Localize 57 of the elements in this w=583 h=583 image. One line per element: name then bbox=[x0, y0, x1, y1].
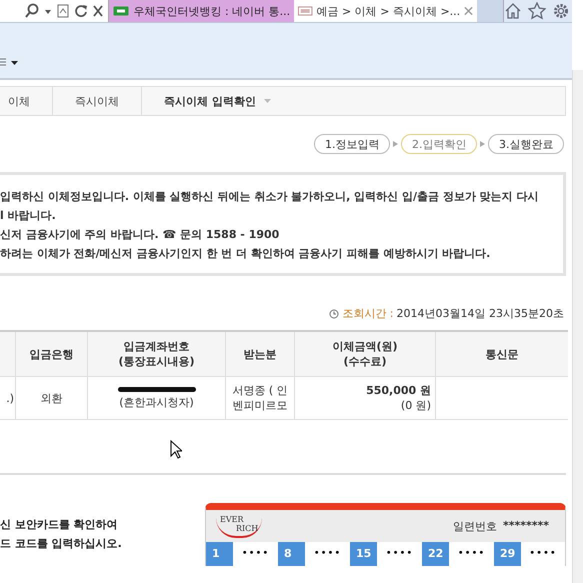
instruction-text: 드 코드를 입력하십시오. bbox=[0, 536, 122, 552]
column-header: 받는분 bbox=[226, 331, 294, 376]
compatibility-icon[interactable] bbox=[56, 3, 70, 19]
breadcrumb-item[interactable]: 즉시이체 bbox=[53, 87, 142, 115]
card-code: •••• bbox=[528, 547, 558, 561]
close-icon[interactable] bbox=[92, 3, 104, 19]
card-number: 1 bbox=[206, 542, 233, 566]
clock-icon bbox=[329, 308, 340, 318]
arrow-icon bbox=[393, 141, 398, 147]
notice-text: 신저 금융사기에 주의 바랍니다. ☎ 문의 1588 - 1900 bbox=[0, 227, 280, 243]
arrow-icon bbox=[480, 141, 485, 147]
card-number: 29 bbox=[494, 542, 521, 566]
query-time-value: 2014년03월14일 23시35분20초 bbox=[396, 306, 564, 321]
scrollbar[interactable] bbox=[572, 70, 583, 583]
notice-text: 하려는 이체가 전화/메신저 금융사기인지 한 번 더 확인하여 금융사기 피해를 예방하시기 바랍니다. bbox=[0, 246, 492, 262]
column-header: 입금은행 bbox=[16, 331, 88, 376]
star-icon[interactable] bbox=[528, 2, 546, 20]
card-code: •••• bbox=[240, 547, 270, 561]
address-bar[interactable] bbox=[0, 0, 110, 22]
instruction-text: 신 보안카드를 확인하여 bbox=[0, 517, 119, 533]
home-icon[interactable] bbox=[504, 2, 522, 20]
notice-text: 입력하신 이체정보입니다. 이체를 실행하신 뒤에는 취소가 불가하오니, 입력하신 입/출금 정보가 맞는지 다시 bbox=[0, 189, 540, 205]
browser-tab[interactable]: 예금 > 이체 > 즉시이체 >... bbox=[294, 0, 478, 22]
serial-label: 일련번호 bbox=[452, 518, 497, 534]
search-icon[interactable] bbox=[24, 3, 40, 19]
table-cell: 서명종 ( 인 벤피미르모 bbox=[226, 376, 294, 420]
card-code: •••• bbox=[384, 547, 414, 561]
card-number: 15 bbox=[350, 542, 377, 566]
table-cell: .) bbox=[0, 376, 16, 420]
serial-value: ******** bbox=[502, 518, 549, 534]
card-number: 22 bbox=[422, 542, 449, 566]
account-note: (흔한과시청자) bbox=[118, 394, 195, 410]
notice-text: l 바랍니다. bbox=[0, 208, 57, 224]
card-code: •••• bbox=[312, 547, 342, 561]
card-logo: EVER RICH bbox=[216, 514, 262, 538]
table-cell: 외환 bbox=[16, 376, 88, 420]
query-time-label: 조회시간 : bbox=[342, 306, 394, 321]
refresh-icon[interactable] bbox=[74, 3, 88, 19]
browser-tab[interactable]: 우체국인터넷뱅킹 : 네이버 통... bbox=[109, 0, 294, 22]
caret-icon bbox=[264, 98, 271, 104]
site-icon bbox=[298, 6, 313, 16]
amount-text: 550,000 원 bbox=[365, 383, 431, 398]
step-indicator: 3.실행완료 bbox=[488, 134, 564, 154]
cursor-icon bbox=[170, 440, 182, 459]
fee-text: (0 원) bbox=[400, 398, 431, 413]
breadcrumb-item[interactable]: 즉시이체 입력확인 bbox=[142, 87, 293, 115]
column-header: 입금계좌번호 (통장표시내용) bbox=[88, 331, 226, 376]
settings-icon[interactable] bbox=[552, 2, 570, 20]
site-icon bbox=[113, 6, 130, 16]
menu-icon[interactable] bbox=[0, 58, 20, 68]
column-header: 통신문 bbox=[436, 331, 568, 376]
column-header: 이체금액(원) (수수료) bbox=[294, 331, 436, 376]
step-indicator: 2.입력확인 bbox=[401, 134, 477, 154]
card-number: 8 bbox=[278, 542, 305, 566]
card-code: •••• bbox=[456, 547, 486, 561]
step-indicator: 1.정보입력 bbox=[314, 134, 390, 154]
breadcrumb-item[interactable]: 이체 bbox=[0, 87, 53, 115]
